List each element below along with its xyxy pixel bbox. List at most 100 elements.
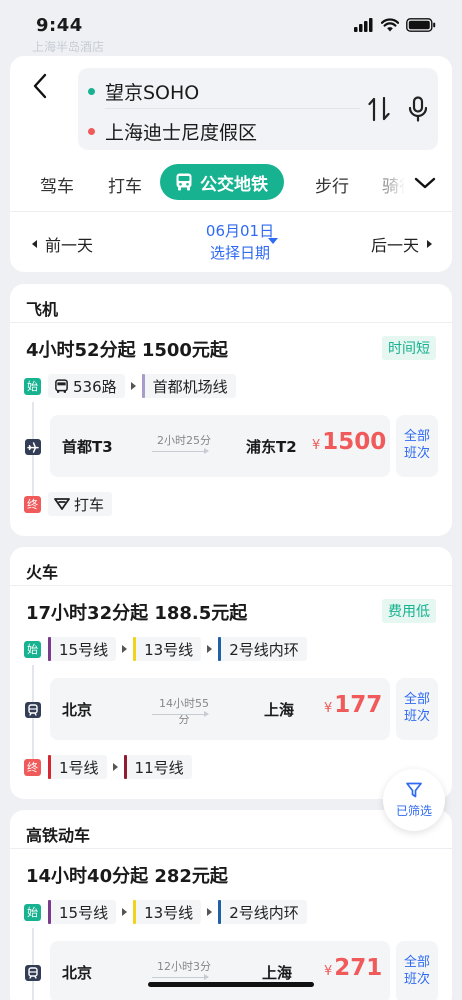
hsr-option-card[interactable]: 高铁动车 14小时40分起 282元起 始 15号线 13号线 2号线内环 北京… — [10, 810, 452, 1000]
arrow-right-icon — [130, 382, 136, 390]
trip-price: ¥177 — [324, 692, 382, 718]
taxi-icon — [54, 498, 70, 510]
tab-transit-label: 公交地铁 — [200, 174, 268, 195]
leg-chip: 2号线内环 — [218, 900, 307, 924]
arrow-right-icon — [207, 645, 213, 653]
cheapest-tag: 费用低 — [382, 599, 436, 623]
leg-label: 打车 — [74, 495, 105, 514]
destination-field[interactable]: 上海迪士尼度假区 — [88, 118, 257, 145]
end-legs: 打车 — [48, 492, 113, 516]
train-option-card[interactable]: 火车 17小时32分起 188.5元起 费用低 始 15号线 13号线 2号线内… — [10, 547, 452, 799]
all-schedules-button[interactable]: 全部 班次 — [396, 941, 438, 1000]
next-day-button[interactable]: 后一天 — [371, 232, 432, 256]
leg-label: 13号线 — [144, 903, 194, 922]
destination-text: 上海迪士尼度假区 — [105, 122, 258, 144]
home-indicator — [148, 982, 314, 987]
wifi-icon — [381, 18, 399, 32]
card-divider — [10, 848, 452, 849]
trip-segment[interactable]: 北京 14小时55分 上海 ¥177 — [50, 678, 390, 740]
leg-chip: 1号线 — [48, 755, 107, 779]
route-summary: 4小时52分起 1500元起 — [26, 340, 228, 361]
fastest-tag: 时间短 — [382, 336, 436, 360]
price-value: 271 — [334, 955, 383, 981]
leg-chip: 536路 — [48, 374, 125, 398]
line-color-bar — [48, 900, 51, 924]
arrive-station: 上海 — [262, 964, 293, 982]
leg-label: 1号线 — [59, 758, 99, 777]
chevron-left-icon — [33, 73, 47, 99]
route-input-box: 望京SOHO 上海迪士尼度假区 — [78, 68, 438, 150]
leg-label: 11号线 — [134, 758, 184, 777]
leg-label: 2号线内环 — [229, 640, 299, 659]
leg-chip: 打车 — [48, 492, 113, 516]
trip-duration: 2小时25分 — [157, 434, 211, 447]
start-legs: 15号线 13号线 2号线内环 — [48, 637, 307, 661]
swap-route-button[interactable] — [365, 94, 393, 124]
status-icons — [354, 18, 436, 32]
caret-right-icon — [427, 240, 432, 248]
end-badge: 终 — [24, 759, 41, 776]
tab-walk[interactable]: 步行 — [315, 172, 349, 197]
card-title: 火车 — [26, 563, 59, 582]
line-color-bar — [141, 374, 145, 398]
filter-icon — [406, 782, 422, 798]
tab-drive[interactable]: 驾车 — [40, 172, 74, 197]
tab-taxi[interactable]: 打车 — [108, 172, 142, 197]
leg-chip: 15号线 — [48, 900, 117, 924]
line-color-bar — [218, 900, 222, 924]
leg-label: 首都机场线 — [152, 377, 228, 396]
caret-left-icon — [32, 240, 37, 248]
leg-label: 13号线 — [144, 640, 194, 659]
leg-label: 15号线 — [59, 903, 109, 922]
leg-chip: 13号线 — [133, 637, 202, 661]
origin-field[interactable]: 望京SOHO — [88, 78, 199, 105]
leg-chip: 11号线 — [123, 755, 192, 779]
trip-duration: 12小时3分 — [157, 960, 211, 973]
tab-transit[interactable]: 公交地铁 — [160, 164, 284, 200]
leg-chip: 首都机场线 — [141, 374, 236, 398]
arrive-station: 浦东T2 — [246, 438, 297, 456]
end-badge: 终 — [24, 496, 41, 513]
trip-price: ¥1500 — [312, 429, 386, 455]
trip-arrow — [152, 974, 209, 980]
leg-label: 2号线内环 — [229, 903, 299, 922]
start-badge: 始 — [24, 904, 41, 921]
card-divider — [10, 322, 452, 323]
more-modes-button[interactable] — [412, 170, 438, 196]
arrow-right-icon — [112, 763, 118, 771]
back-button[interactable] — [24, 70, 56, 102]
line-color-bar — [218, 637, 222, 661]
arrow-right-icon — [207, 908, 213, 916]
all-schedules-button[interactable]: 全部 班次 — [396, 415, 438, 477]
leg-label: 15号线 — [59, 640, 109, 659]
line-color-bar — [48, 637, 51, 661]
start-badge: 始 — [24, 641, 41, 658]
currency-symbol: ¥ — [324, 701, 333, 716]
top-divider — [10, 211, 452, 212]
microphone-icon — [408, 96, 428, 122]
airplane-icon — [24, 438, 42, 456]
arrow-right-icon — [122, 645, 128, 653]
all-schedules-button[interactable]: 全部 班次 — [396, 678, 438, 740]
card-divider — [10, 585, 452, 586]
trip-arrow — [152, 448, 209, 454]
filter-button[interactable]: 已筛选 — [383, 769, 445, 831]
prev-day-button[interactable]: 前一天 — [32, 232, 93, 256]
chevron-down-icon — [414, 177, 436, 189]
bus-icon — [55, 378, 68, 393]
arrow-right-icon — [122, 908, 128, 916]
train-icon — [24, 964, 42, 982]
price-value: 1500 — [322, 429, 387, 455]
trip-segment[interactable]: 首都T3 2小时25分 浦东T2 ¥1500 — [50, 415, 390, 477]
origin-text: 望京SOHO — [105, 82, 200, 104]
route-search-card: 望京SOHO 上海迪士尼度假区 驾车 打车 公交地铁 步行 骑行 前一天 — [10, 56, 452, 272]
destination-dot-icon — [88, 128, 95, 135]
start-legs: 15号线 13号线 2号线内环 — [48, 900, 307, 924]
trip-segment[interactable]: 北京 12小时3分 上海 ¥271 — [50, 941, 390, 1000]
trip-arrow — [152, 711, 209, 717]
plane-option-card[interactable]: 飞机 4小时52分起 1500元起 时间短 始 536路 首都机场线 首都T3 … — [10, 284, 452, 536]
line-color-bar — [123, 755, 127, 779]
choose-date-label: 选择日期 — [209, 244, 270, 262]
prev-day-label: 前一天 — [45, 236, 94, 255]
voice-input-button[interactable] — [406, 94, 430, 124]
